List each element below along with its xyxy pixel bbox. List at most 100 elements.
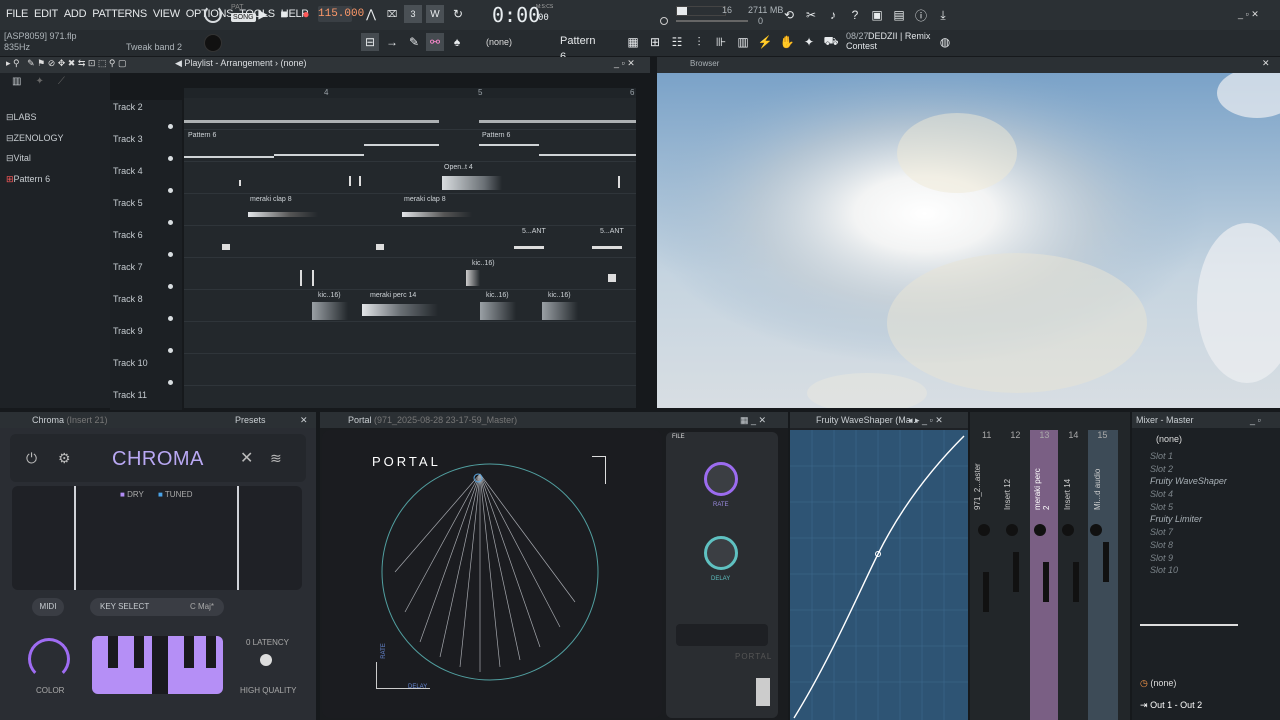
master-window-controls[interactable]: _ ▫: [1250, 412, 1261, 428]
delay-knob[interactable]: [704, 536, 738, 570]
wand-icon[interactable]: ✦: [800, 33, 818, 51]
pattern-selector[interactable]: Pattern 6: [560, 33, 602, 63]
record-icon[interactable]: ●: [297, 5, 315, 23]
touch-icon[interactable]: ✋: [778, 33, 796, 51]
master-input[interactable]: (none): [1156, 434, 1182, 444]
channel-name[interactable]: 971_2...aster: [973, 462, 995, 510]
track-label[interactable]: Track 4: [113, 166, 143, 176]
track-row[interactable]: kic..16): [184, 258, 636, 290]
none-selector[interactable]: (none): [486, 37, 512, 47]
master-output-none[interactable]: ◷ (none): [1140, 678, 1176, 689]
track-mute-dot[interactable]: [168, 188, 173, 193]
pan-knob[interactable]: [1062, 524, 1074, 536]
audio-waveform[interactable]: [480, 302, 516, 320]
menu-add[interactable]: ADD: [64, 8, 87, 20]
track-mute-dot[interactable]: [168, 316, 173, 321]
effect-slot[interactable]: Slot 2: [1132, 463, 1280, 476]
menu-patterns[interactable]: PATTERNS: [92, 8, 147, 20]
channel-number[interactable]: 15: [1097, 430, 1107, 440]
track-label[interactable]: Track 7: [113, 262, 143, 272]
channel-name[interactable]: Mi...d audio: [1093, 462, 1115, 510]
tweak-knob[interactable]: [204, 34, 222, 52]
window-controls[interactable]: _ ▫ ✕: [1238, 9, 1259, 20]
track-mute-dot[interactable]: [168, 252, 173, 257]
pattern-clip-line[interactable]: [364, 144, 439, 146]
midi-button[interactable]: MIDI: [32, 598, 64, 616]
audio-hit[interactable]: [239, 180, 241, 186]
rate-knob[interactable]: [704, 462, 738, 496]
pattern-clip-line[interactable]: [274, 154, 364, 156]
tempo-display[interactable]: 115.000: [318, 6, 364, 22]
audio-hit[interactable]: [618, 176, 620, 188]
news-date[interactable]: 08/27: [846, 31, 869, 41]
sidebar-item-labs[interactable]: ⊟LABS: [6, 107, 64, 128]
track-label[interactable]: Track 5: [113, 198, 143, 208]
wire-icon[interactable]: ⟋: [58, 76, 65, 87]
stop-icon[interactable]: ■: [275, 5, 293, 23]
audio-waveform[interactable]: [442, 176, 502, 190]
menu-file[interactable]: FILE: [6, 8, 28, 20]
track-row[interactable]: kic..16) meraki perc 14 kic..16) kic..16…: [184, 290, 636, 322]
track-label[interactable]: Track 10: [113, 358, 148, 368]
mic-icon[interactable]: ♪: [824, 6, 842, 24]
audio-hit[interactable]: [300, 270, 314, 286]
playlist-tools[interactable]: ▸ ⚲ ✎ ⚑ ⊘ ✥ ✖ ⇆ ⊡ ⬚ ⚲ ▢: [6, 58, 127, 69]
track-row[interactable]: Open..t 4: [184, 162, 636, 194]
download-icon[interactable]: ⤓: [934, 6, 952, 24]
channel-icon[interactable]: ⊪: [712, 33, 730, 51]
countdown-icon[interactable]: 3: [404, 5, 422, 23]
audio-waveform[interactable]: [542, 302, 578, 320]
track-mute-dot[interactable]: [168, 380, 173, 385]
track-mute-dot[interactable]: [168, 220, 173, 225]
channel-rack-icon[interactable]: ⊞: [646, 33, 664, 51]
master-pitch-icon[interactable]: [660, 17, 668, 25]
browser-close[interactable]: ✕: [1262, 58, 1270, 69]
volume-fader[interactable]: [983, 572, 989, 612]
volume-fader[interactable]: [1043, 562, 1049, 602]
arrow-icon[interactable]: →: [383, 33, 401, 51]
audio-hit[interactable]: [608, 274, 616, 282]
audio-waveform[interactable]: [466, 270, 480, 286]
track-row[interactable]: meraki clap 8 meraki clap 8: [184, 194, 636, 226]
audio-waveform[interactable]: [362, 304, 438, 316]
quality-toggle[interactable]: [260, 654, 272, 666]
render-icon[interactable]: ▤: [890, 6, 908, 24]
channel-number[interactable]: 13: [1039, 430, 1049, 440]
portal-particle-sphere[interactable]: [380, 462, 610, 692]
track-mute-dot[interactable]: [168, 284, 173, 289]
power-icon[interactable]: ⏻: [26, 450, 37, 467]
effect-slot[interactable]: Fruity Limiter: [1132, 513, 1280, 526]
effect-slot[interactable]: Slot 1: [1132, 450, 1280, 463]
track-label[interactable]: Track 3: [113, 134, 143, 144]
track-label[interactable]: Track 11: [113, 390, 147, 400]
track-label[interactable]: Track 8: [113, 294, 143, 304]
master-volume-slider[interactable]: [676, 20, 748, 22]
cut-icon[interactable]: ✂: [802, 6, 820, 24]
file-tab[interactable]: FILE: [672, 434, 685, 440]
track-row[interactable]: Pattern 6 Pattern 6: [184, 130, 636, 162]
cart-icon[interactable]: ⛟: [822, 33, 840, 51]
plugin-icon[interactable]: ⚡: [756, 33, 774, 51]
audio-clip[interactable]: [479, 120, 636, 123]
channel-name[interactable]: Insert 12: [1003, 462, 1025, 510]
audio-clip[interactable]: [184, 120, 439, 123]
menu-edit[interactable]: EDIT: [34, 8, 58, 20]
waveshaper-controls[interactable]: ◂ ▸ _ ▫ ✕: [908, 412, 943, 428]
pattern-clip-line[interactable]: [184, 156, 274, 158]
volume-fader[interactable]: [1103, 542, 1109, 582]
song-label[interactable]: SONG: [231, 13, 256, 22]
channel-name[interactable]: Insert 14: [1063, 462, 1085, 510]
sidebar-item-vital[interactable]: ⊟Vital: [6, 148, 64, 169]
pencil-icon[interactable]: ✎: [405, 33, 423, 51]
volume-fader[interactable]: [1073, 562, 1079, 602]
audio-waveform[interactable]: [402, 212, 472, 217]
plugin-tab-icon[interactable]: ✦: [35, 76, 43, 87]
snap-icon[interactable]: ⊟: [361, 33, 379, 51]
audio-waveform[interactable]: [312, 302, 348, 320]
pat-label[interactable]: PAT: [231, 4, 244, 11]
piano-keyboard[interactable]: [92, 636, 223, 694]
browser-icon[interactable]: ▥: [734, 33, 752, 51]
track-row[interactable]: [184, 322, 636, 354]
playlist-grid[interactable]: Pattern 6 Pattern 6 Open..t 4 meraki cla…: [184, 98, 636, 408]
channel-number[interactable]: 11: [982, 430, 991, 440]
